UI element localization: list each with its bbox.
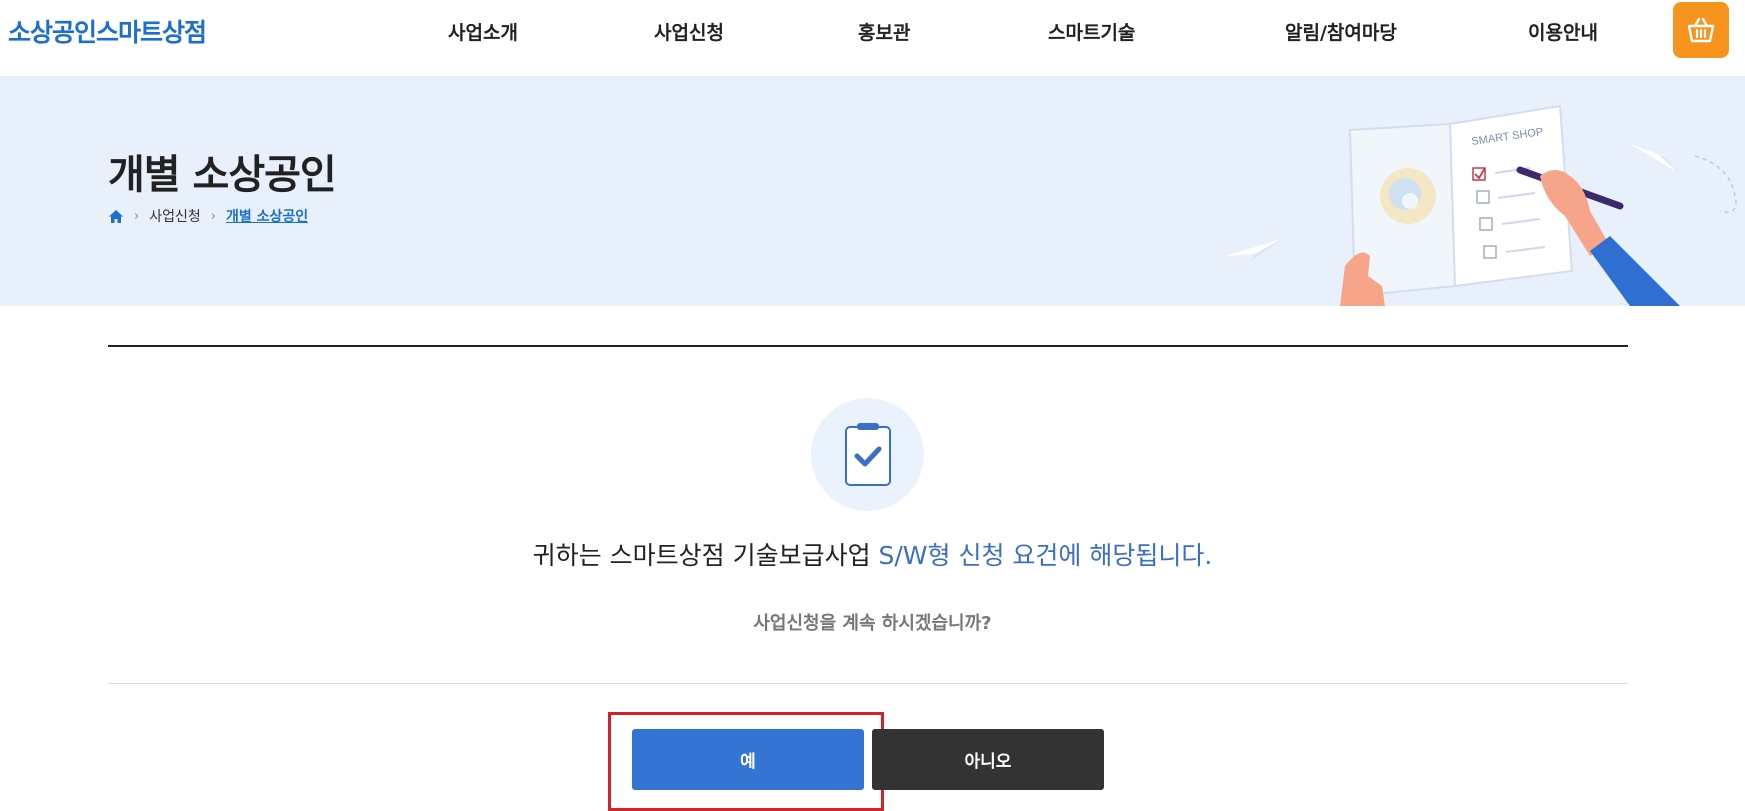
chevron-right-icon: › — [210, 208, 216, 224]
eligibility-message: 귀하는 스마트상점 기술보급사업 S/W형 신청 요건에 해당됩니다. — [0, 536, 1745, 572]
breadcrumb-item-current[interactable]: 개별 소상공인 — [226, 206, 308, 226]
nav-item-usage-guide[interactable]: 이용안내 — [1528, 18, 1598, 45]
home-icon[interactable] — [108, 209, 124, 224]
site-header: 소상공인스마트상점 사업소개 사업신청 홍보관 스마트기술 알림/참여마당 이용… — [0, 0, 1745, 76]
cart-button[interactable] — [1673, 2, 1729, 58]
basket-icon — [1687, 17, 1715, 43]
nav-item-promotion[interactable]: 홍보관 — [858, 18, 910, 45]
site-logo[interactable]: 소상공인스마트상점 — [8, 13, 207, 49]
confirmation-badge — [811, 398, 924, 511]
clipboard-check-icon — [844, 422, 891, 486]
nav-item-business-application[interactable]: 사업신청 — [654, 18, 724, 45]
nav-item-smart-tech[interactable]: 스마트기술 — [1048, 18, 1135, 45]
nav-item-business-intro[interactable]: 사업소개 — [448, 18, 518, 45]
breadcrumb: › 사업신청 › 개별 소상공인 — [108, 206, 308, 226]
continue-question: 사업신청을 계속 하시겠습니까? — [753, 613, 992, 634]
chevron-right-icon: › — [134, 208, 140, 224]
nav-item-notice-participation[interactable]: 알림/참여마당 — [1285, 18, 1397, 45]
section-bottom-divider — [108, 683, 1628, 684]
section-top-divider — [108, 345, 1628, 347]
yes-button[interactable]: 예 — [632, 729, 864, 790]
eligibility-message-prefix: 귀하는 스마트상점 기술보급사업 — [532, 541, 879, 570]
no-button[interactable]: 아니오 — [872, 729, 1104, 790]
page-banner: 개별 소상공인 › 사업신청 › 개별 소상공인 SMART SHOP — [0, 76, 1745, 306]
eligibility-message-highlight: S/W형 신청 요건에 해당됩니다. — [878, 541, 1213, 570]
smart-shop-illustration: SMART SHOP — [1225, 104, 1737, 306]
page-title: 개별 소상공인 — [108, 152, 337, 198]
breadcrumb-item-application[interactable]: 사업신청 — [149, 206, 201, 226]
